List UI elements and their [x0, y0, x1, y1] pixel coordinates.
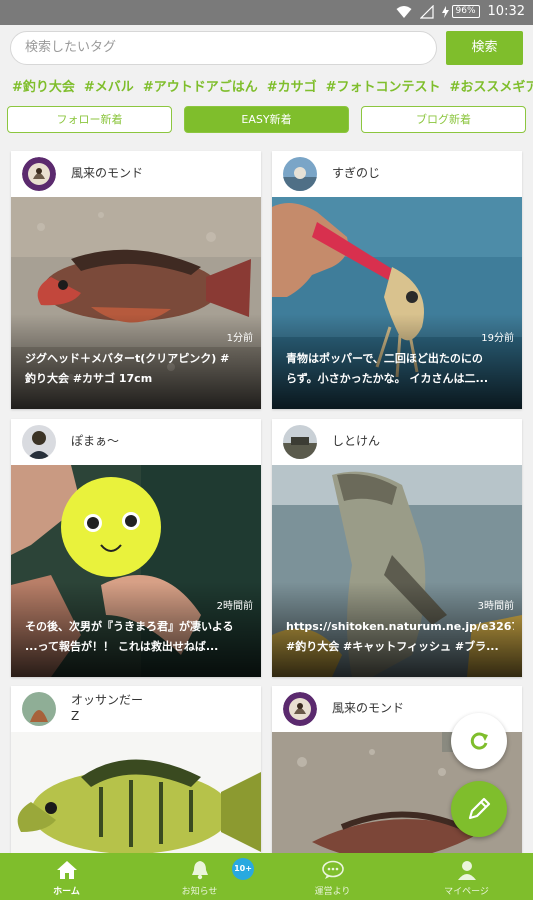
- compose-button[interactable]: [451, 781, 507, 837]
- battery-level: 96%: [451, 5, 480, 18]
- post-time: 2時間前: [216, 601, 253, 612]
- tag-item[interactable]: #アウトドアごはん: [143, 80, 258, 95]
- tag-item[interactable]: #カサゴ: [267, 80, 317, 95]
- post-card[interactable]: すぎのじ 19分前 青物はポッパーで、二回ほど出たのにの らず。小さかったかな。…: [272, 151, 522, 409]
- post-caption: その後、次男が『うきまろ君』が凄いよる ...って報告が！！ これは救出せねば.…: [25, 620, 234, 653]
- post-username[interactable]: オッサンだー Z: [71, 692, 143, 724]
- search-input[interactable]: 検索したいタグ: [10, 31, 437, 65]
- bell-icon: [191, 861, 208, 880]
- notification-badge: 10+: [232, 858, 254, 880]
- post-username[interactable]: ぽまぁ～: [71, 433, 119, 449]
- post-photo[interactable]: 3時間前 https://shitoken.naturum.ne.jp/e326…: [272, 465, 522, 677]
- post-header: しとけん: [272, 419, 522, 465]
- post-caption: https://shitoken.naturum.ne.jp/e3267325.…: [286, 620, 514, 653]
- tab-easy-new[interactable]: EASY新着: [184, 106, 349, 133]
- post-header: すぎのじ: [272, 151, 522, 197]
- tab-follow-new[interactable]: フォロー新着: [7, 106, 172, 133]
- status-bar: 96% 10:32: [0, 0, 533, 25]
- clock: 10:32: [487, 4, 525, 19]
- post-time: 1分前: [226, 333, 253, 344]
- post-username[interactable]: 風来のモンド: [71, 165, 143, 181]
- signal-icon: [419, 4, 434, 19]
- nav-from-admin[interactable]: 運営より: [266, 853, 399, 900]
- nav-label: ホーム: [53, 887, 80, 897]
- post-header: オッサンだー Z: [11, 686, 261, 732]
- avatar: [283, 157, 317, 191]
- post-header: ぽまぁ～: [11, 419, 261, 465]
- chat-icon: [321, 860, 344, 879]
- tag-item[interactable]: #メバル: [84, 80, 134, 95]
- wifi-icon: [396, 5, 412, 18]
- pencil-icon: [468, 797, 491, 820]
- post-caption: 青物はポッパーで、二回ほど出たのにの らず。小さかったかな。 イカさんは二...: [286, 352, 489, 385]
- avatar: [22, 692, 56, 726]
- tab-blog-new[interactable]: ブログ新着: [361, 106, 526, 133]
- avatar: [283, 692, 317, 726]
- post-header: 風来のモンド: [11, 151, 261, 197]
- post-photo[interactable]: 1分前 ジグヘッド＋メバターt(クリアピンク) # 釣り大会 #カサゴ 17cm: [11, 197, 261, 409]
- search-button[interactable]: 検索: [446, 31, 523, 65]
- person-icon: [457, 861, 476, 880]
- post-time: 3時間前: [477, 601, 514, 612]
- avatar: [283, 425, 317, 459]
- post-caption: ジグヘッド＋メバターt(クリアピンク) # 釣り大会 #カサゴ 17cm: [25, 352, 230, 385]
- post-photo[interactable]: 2時間前 その後、次男が『うきまろ君』が凄いよる ...って報告が！！ これは救…: [11, 465, 261, 677]
- post-username[interactable]: すぎのじ: [332, 165, 380, 181]
- post-username[interactable]: 風来のモンド: [332, 700, 404, 716]
- post-photo[interactable]: 19分前 青物はポッパーで、二回ほど出たのにの らず。小さかったかな。 イカさん…: [272, 197, 522, 409]
- tag-item[interactable]: #釣り大会: [12, 80, 75, 95]
- refresh-icon: [470, 732, 488, 750]
- avatar: [22, 425, 56, 459]
- tag-list: #釣り大会#メバル#アウトドアごはん#カサゴ#フォトコンテスト#おススメギア#E: [12, 76, 533, 96]
- battery-indicator: 96%: [441, 5, 480, 18]
- home-icon: [56, 861, 77, 879]
- nav-label: お知らせ: [181, 887, 218, 897]
- refresh-button[interactable]: [451, 713, 507, 769]
- charging-icon: [441, 5, 449, 18]
- tag-item[interactable]: #おススメギア: [450, 80, 533, 95]
- nav-label: 運営より: [314, 887, 351, 897]
- post-card[interactable]: 風来のモンド 1分前 ジグヘッド＋メバターt(クリアピンク) # 釣り大会 #カ…: [11, 151, 261, 409]
- post-username[interactable]: しとけん: [332, 433, 380, 449]
- nav-home[interactable]: ホーム: [0, 853, 133, 900]
- tag-item[interactable]: #フォトコンテスト: [326, 80, 441, 95]
- nav-label: マイページ: [444, 887, 489, 897]
- nav-mypage[interactable]: マイページ: [400, 853, 533, 900]
- bottom-nav: ホーム お知らせ 運営より マイページ: [0, 853, 533, 900]
- post-card[interactable]: ぽまぁ～ 2時間前 その後、次男が『うきまろ君』が凄いよる ...って報告が！！…: [11, 419, 261, 677]
- post-card[interactable]: しとけん 3時間前 https://shitoken.naturum.ne.jp…: [272, 419, 522, 677]
- post-time: 19分前: [481, 333, 514, 344]
- avatar: [22, 157, 56, 191]
